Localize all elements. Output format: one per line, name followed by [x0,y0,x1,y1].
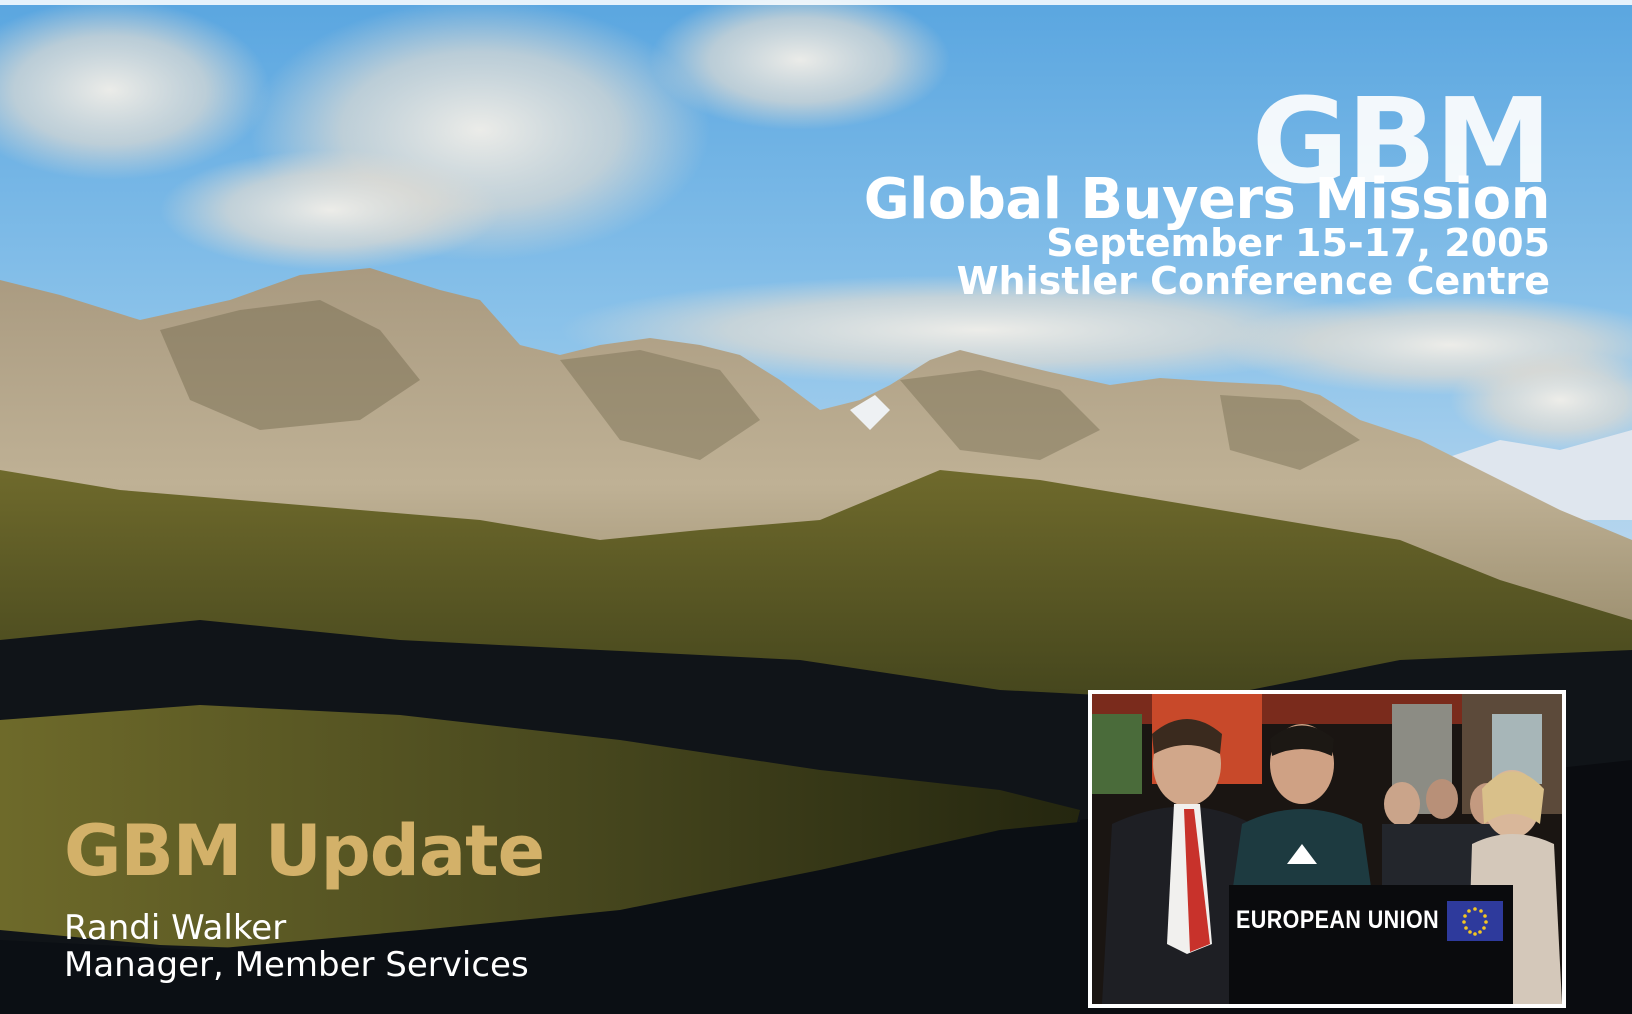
top-edge-strip [0,0,1632,5]
event-title-block: GBM Global Buyers Mission September 15-1… [864,72,1552,303]
eu-sign-text: EUROPEAN UNION [1236,906,1440,934]
event-venue: Whistler Conference Centre [956,259,1550,303]
eu-sign: EUROPEAN UNION [1229,885,1513,1004]
presenter-role: Manager, Member Services [64,945,529,986]
presenter-name: Randi Walker [64,908,287,948]
presentation-slide: GBM Global Buyers Mission September 15-1… [0,0,1632,1014]
eu-flag-icon [1447,901,1503,941]
conference-photo: EUROPEAN UNION [1088,690,1566,1008]
update-block: GBM Update Randi Walker Manager, Member … [64,810,545,986]
event-abbreviation: GBM [1251,72,1552,210]
update-title: GBM Update [64,810,545,892]
